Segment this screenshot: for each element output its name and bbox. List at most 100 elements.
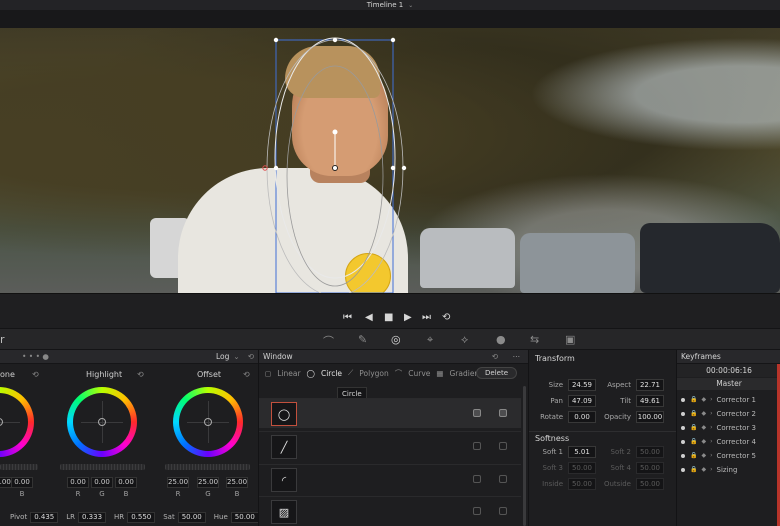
window-list-item-linear[interactable]: ╱: [259, 431, 521, 461]
skip-back-icon[interactable]: ⏮: [343, 312, 352, 323]
window-enable-toggle[interactable]: [473, 442, 481, 450]
opacity-value[interactable]: 100.00: [636, 411, 664, 423]
window-invert-toggle[interactable]: [499, 507, 507, 515]
highlight-value-g[interactable]: 0.00: [91, 477, 113, 488]
lock-icon[interactable]: 🔒: [690, 410, 697, 417]
chevron-down-icon[interactable]: ⌄: [408, 2, 413, 9]
window-list-scrollbar[interactable]: [523, 386, 526, 526]
offset-master-slider[interactable]: [165, 464, 250, 470]
skip-forward-icon[interactable]: ⏭: [422, 312, 431, 323]
shadow-master-slider[interactable]: [0, 464, 38, 470]
window-corner-handle[interactable]: [273, 37, 279, 43]
tab-curve[interactable]: Curve: [408, 369, 430, 378]
expand-icon[interactable]: ›: [710, 438, 712, 445]
keyframe-track[interactable]: 🔒 ◆ › Corrector 5: [681, 449, 779, 462]
step-back-icon[interactable]: ◀: [365, 312, 373, 323]
window-center-handle[interactable]: [332, 165, 338, 171]
highlight-master-slider[interactable]: [60, 464, 145, 470]
timeline-title[interactable]: Timeline 1: [367, 1, 403, 9]
window-rotate-handle[interactable]: [332, 129, 338, 135]
offset-color-wheel[interactable]: [173, 387, 243, 457]
window-invert-toggle[interactable]: [499, 409, 507, 417]
expand-icon[interactable]: ›: [710, 424, 712, 431]
polygon-icon[interactable]: ⟋: [348, 368, 353, 378]
chevron-down-icon[interactable]: ⌄: [233, 352, 239, 361]
magic-mask-icon[interactable]: ⟡: [461, 333, 468, 347]
play-icon[interactable]: ▶: [404, 312, 412, 323]
log-mode-dropdown[interactable]: Log: [216, 352, 229, 361]
window-enable-toggle[interactable]: [473, 507, 481, 515]
gradient-window-icon[interactable]: ▨: [271, 500, 297, 524]
lock-icon[interactable]: 🔒: [690, 396, 697, 403]
window-edge-handle[interactable]: [390, 165, 396, 171]
tab-linear[interactable]: Linear: [277, 369, 300, 378]
expand-icon[interactable]: ›: [710, 396, 712, 403]
expand-icon[interactable]: ›: [710, 466, 712, 473]
gradient-icon[interactable]: ▦: [436, 369, 443, 378]
linear-icon[interactable]: ◻: [265, 369, 271, 378]
circle-window-overlay[interactable]: [0, 28, 780, 293]
tab-circle[interactable]: Circle: [321, 369, 342, 378]
linear-window-icon[interactable]: ╱: [271, 435, 297, 459]
aspect-value[interactable]: 22.71: [636, 379, 664, 391]
highlight-value-r[interactable]: 0.00: [67, 477, 89, 488]
lock-icon[interactable]: 🔒: [690, 424, 697, 431]
more-options-icon[interactable]: ⋯: [513, 352, 521, 361]
reset-icon[interactable]: ⟲: [32, 370, 39, 379]
blur-icon[interactable]: ●: [496, 333, 506, 346]
curve-icon[interactable]: ⌒: [395, 368, 403, 379]
keyframe-track[interactable]: 🔒 ◆ › Corrector 3: [681, 421, 779, 434]
keyframe-diamond-icon[interactable]: ◆: [701, 410, 706, 417]
stop-icon[interactable]: ■: [384, 312, 393, 323]
window-corner-handle[interactable]: [390, 37, 396, 43]
expand-icon[interactable]: ›: [710, 452, 712, 459]
reset-icon[interactable]: ⟲: [137, 370, 144, 379]
tilt-value[interactable]: 49.61: [636, 395, 664, 407]
offset-value-b[interactable]: 25.00: [226, 477, 248, 488]
hr-value[interactable]: 0.550: [127, 511, 156, 523]
keyframes-timecode[interactable]: 00:00:06:16: [677, 364, 780, 377]
shadow-value[interactable]: 0.00: [11, 477, 33, 488]
delete-button[interactable]: Delete: [476, 367, 517, 379]
reset-all-icon[interactable]: ⟲: [248, 352, 254, 361]
lock-icon[interactable]: 🔒: [690, 452, 697, 459]
window-edge-handle[interactable]: [273, 165, 279, 171]
sat-value[interactable]: 50.00: [177, 511, 206, 523]
keyframe-track[interactable]: 🔒 ◆ › Sizing: [681, 463, 779, 476]
highlight-value-b[interactable]: 0.00: [115, 477, 137, 488]
lock-icon[interactable]: 🔒: [690, 466, 697, 473]
keyframe-diamond-icon[interactable]: ◆: [701, 452, 706, 459]
pivot-value[interactable]: 0.435: [30, 511, 59, 523]
keyframe-track[interactable]: 🔒 ◆ › Corrector 2: [681, 407, 779, 420]
reset-icon[interactable]: ⟲: [492, 352, 498, 361]
window-softness-handle[interactable]: [401, 165, 407, 171]
highlight-color-wheel[interactable]: [67, 387, 137, 457]
circle-window-icon[interactable]: ◯: [271, 402, 297, 426]
window-list-item-curve[interactable]: ◜: [259, 464, 521, 494]
shadow-color-wheel[interactable]: [0, 387, 34, 457]
pan-value[interactable]: 47.09: [568, 395, 596, 407]
page-dots-icon[interactable]: • • • ●: [22, 352, 49, 361]
tracker-icon[interactable]: ⌖: [427, 333, 433, 347]
curves-icon[interactable]: ⌒: [323, 333, 334, 349]
window-softness-handle[interactable]: [262, 165, 268, 171]
circle-icon[interactable]: ◯: [307, 369, 315, 378]
loop-icon[interactable]: ⟲: [442, 312, 450, 323]
window-edge-handle[interactable]: [332, 37, 338, 43]
keyframe-diamond-icon[interactable]: ◆: [701, 396, 706, 403]
tab-polygon[interactable]: Polygon: [359, 369, 388, 378]
rotate-value[interactable]: 0.00: [568, 411, 596, 423]
lock-icon[interactable]: 🔒: [690, 438, 697, 445]
hue-value[interactable]: 50.00: [230, 511, 259, 523]
size-value[interactable]: 24.59: [568, 379, 596, 391]
keyframes-master-track[interactable]: Master: [677, 378, 780, 390]
window-icon[interactable]: ◎: [391, 333, 401, 346]
offset-value-r[interactable]: 25.00: [167, 477, 189, 488]
keyframe-diamond-icon[interactable]: ◆: [701, 438, 706, 445]
expand-icon[interactable]: ›: [710, 410, 712, 417]
window-invert-toggle[interactable]: [499, 442, 507, 450]
window-enable-toggle[interactable]: [473, 475, 481, 483]
offset-value-g[interactable]: 25.00: [197, 477, 219, 488]
qualifier-eyedropper-icon[interactable]: ✎: [358, 333, 367, 346]
keyframe-track[interactable]: 🔒 ◆ › Corrector 1: [681, 393, 779, 406]
